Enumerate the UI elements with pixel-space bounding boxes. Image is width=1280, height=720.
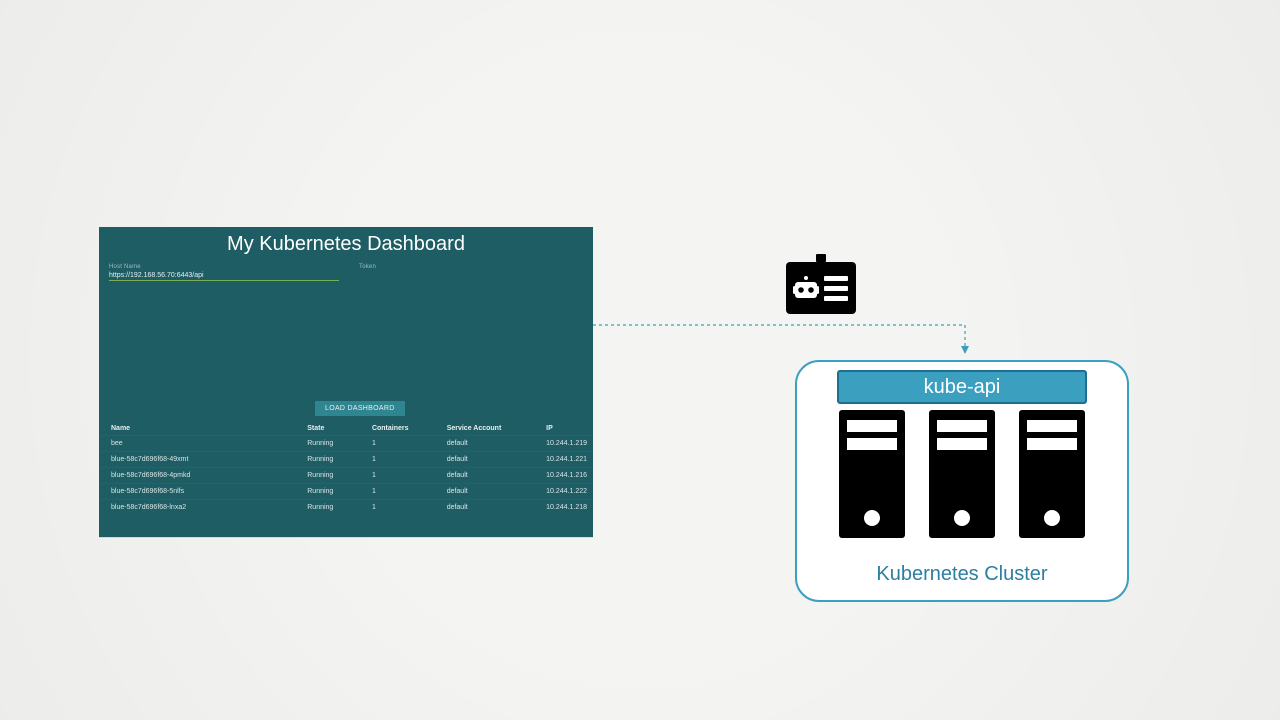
dashboard-title: My Kubernetes Dashboard (99, 227, 593, 264)
cell-name: blue-58c7d696f68-5nlfs (99, 484, 295, 500)
connector-line (593, 322, 973, 364)
cell-containers: 1 (360, 484, 435, 500)
dashboard-window: My Kubernetes Dashboard Host Name https:… (99, 227, 593, 537)
cell-ip: 10.244.1.221 (534, 452, 593, 468)
server-row (839, 410, 1085, 538)
cell-name: bee (99, 436, 295, 452)
token-underline (359, 273, 360, 274)
col-state: State (295, 422, 360, 436)
cluster-label: Kubernetes Cluster (797, 563, 1127, 586)
cell-name: blue-58c7d696f68-lnxa2 (99, 500, 295, 516)
pods-table: Name State Containers Service Account IP… (99, 422, 593, 515)
col-service-account: Service Account (435, 422, 534, 436)
cell-ip: 10.244.1.219 (534, 436, 593, 452)
col-containers: Containers (360, 422, 435, 436)
server-icon (1019, 410, 1085, 538)
table-row: blue-58c7d696f68-49xmtRunning1default10.… (99, 452, 593, 468)
dashboard-fields: Host Name https://192.168.56.70:6443/api… (99, 264, 593, 281)
host-underline (109, 280, 339, 281)
cell-containers: 1 (360, 436, 435, 452)
cell-sa: default (435, 500, 534, 516)
cell-sa: default (435, 484, 534, 500)
load-dashboard-button[interactable]: LOAD DASHBOARD (315, 401, 405, 416)
cell-containers: 1 (360, 500, 435, 516)
token-value[interactable] (359, 270, 376, 273)
col-ip: IP (534, 422, 593, 436)
cell-state: Running (295, 484, 360, 500)
cell-sa: default (435, 436, 534, 452)
cell-ip: 10.244.1.218 (534, 500, 593, 516)
host-value[interactable]: https://192.168.56.70:6443/api (109, 270, 339, 280)
table-header-row: Name State Containers Service Account IP (99, 422, 593, 436)
server-icon (839, 410, 905, 538)
cell-sa: default (435, 452, 534, 468)
cell-sa: default (435, 468, 534, 484)
kube-api-label: kube-api (837, 370, 1087, 404)
cell-state: Running (295, 500, 360, 516)
id-badge-icon (786, 254, 856, 314)
cell-state: Running (295, 468, 360, 484)
cell-containers: 1 (360, 452, 435, 468)
col-name: Name (99, 422, 295, 436)
cell-name: blue-58c7d696f68-4pmkd (99, 468, 295, 484)
token-field: Token (359, 264, 376, 281)
cell-state: Running (295, 452, 360, 468)
cell-ip: 10.244.1.222 (534, 484, 593, 500)
cell-containers: 1 (360, 468, 435, 484)
cell-ip: 10.244.1.216 (534, 468, 593, 484)
table-row: blue-58c7d696f68-4pmkdRunning1default10.… (99, 468, 593, 484)
host-field: Host Name https://192.168.56.70:6443/api (109, 264, 339, 281)
cell-state: Running (295, 436, 360, 452)
server-icon (929, 410, 995, 538)
table-row: blue-58c7d696f68-5nlfsRunning1default10.… (99, 484, 593, 500)
cell-name: blue-58c7d696f68-49xmt (99, 452, 295, 468)
kubernetes-cluster-box: kube-api Kubernetes Cluster (795, 360, 1129, 602)
table-row: beeRunning1default10.244.1.219 (99, 436, 593, 452)
table-row: blue-58c7d696f68-lnxa2Running1default10.… (99, 500, 593, 516)
